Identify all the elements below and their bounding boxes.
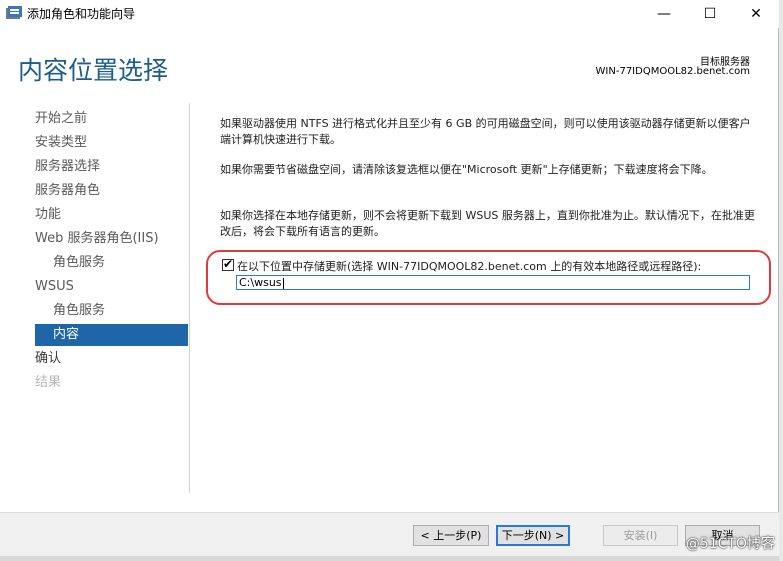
window-title: 添加角色和功能向导 [27,7,136,21]
minimize-button[interactable]: — [641,0,687,28]
maximize-button[interactable]: ☐ [687,0,733,28]
install-button: 安装(I) [603,525,678,546]
nav-item-before-you-begin[interactable]: 开始之前 [35,108,87,130]
checkmark-icon: ✔ [223,257,234,271]
info-paragraph-local-store: 如果你选择在本地存储更新，则不会将更新下载到 WSUS 服务器上，直到你批准为止… [220,209,755,238]
nav-item-server-roles[interactable]: 服务器角色 [35,180,100,202]
nav-item-installation-type[interactable]: 安装类型 [35,132,87,154]
close-button[interactable]: ✕ [733,0,779,28]
target-server-name: WIN-77IDQMOOL82.benet.com [595,66,750,77]
wizard-window: 添加角色和功能向导 — ☐ ✕ 内容位置选择 目标服务器 WIN-77IDQMO… [0,0,779,561]
content-path-input[interactable]: C:\wsus [236,275,750,290]
nav-divider [189,103,190,493]
page-title: 内容位置选择 [18,56,169,85]
store-updates-checkbox[interactable]: ✔ [222,257,234,271]
nav-item-role-services-iis[interactable]: 角色服务 [53,252,105,274]
nav-item-confirmation[interactable]: 确认 [35,348,61,370]
info-paragraph-disk-space: 如果你需要节省磁盘空间，请清除该复选框以便在"Microsoft 更新"上存储更… [220,163,713,176]
window-edge [779,0,783,561]
minimize-icon: — [657,6,671,22]
previous-button[interactable]: < 上一步(P) [413,525,489,546]
text-caret [282,277,284,289]
watermark: @51CTO博客 [685,536,775,552]
store-updates-label[interactable]: 在以下位置中存储更新(选择 WIN-77IDQMOOL82.benet.com … [237,258,701,274]
nav-item-features[interactable]: 功能 [35,204,61,226]
taskbar-underlay [0,556,779,561]
nav-item-wsus[interactable]: WSUS [35,276,74,298]
nav-item-content[interactable]: 内容 [35,324,188,346]
title-bar: 添加角色和功能向导 — ☐ ✕ [0,0,779,28]
next-button[interactable]: 下一步(N) > [496,525,570,546]
content-path-value: C:\wsus [239,276,282,289]
nav-item-role-services-wsus[interactable]: 角色服务 [53,300,105,322]
nav-item-web-server-role[interactable]: Web 服务器角色(IIS) [35,228,159,250]
close-icon: ✕ [750,6,762,22]
maximize-icon: ☐ [703,6,717,22]
server-manager-icon [6,6,22,19]
info-paragraph-ntfs: 如果驱动器使用 NTFS 进行格式化并且至少有 6 GB 的可用磁盘空间，则可以… [220,117,751,146]
nav-item-server-selection[interactable]: 服务器选择 [35,156,100,178]
nav-item-results: 结果 [35,375,62,390]
